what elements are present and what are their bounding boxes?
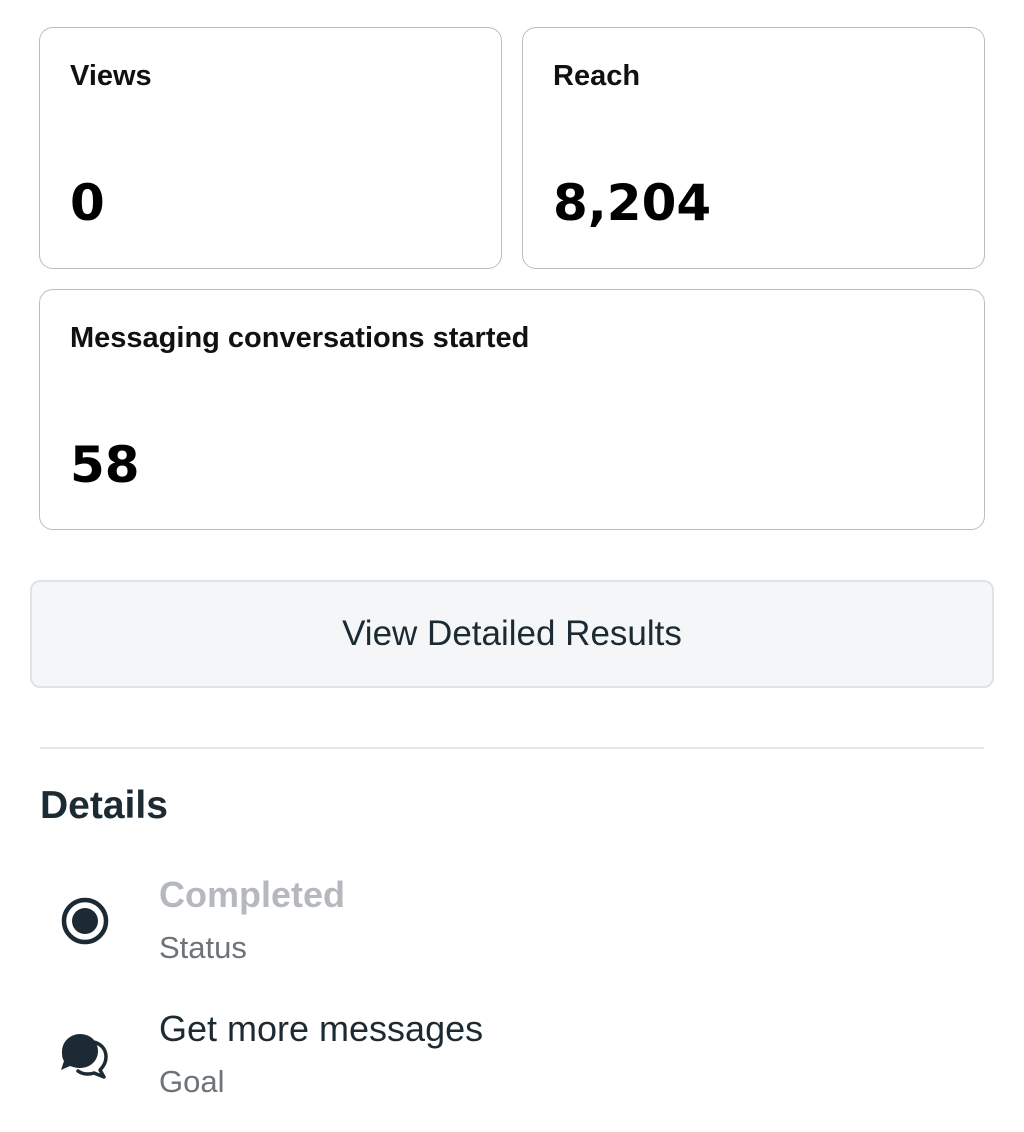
views-metric-card: Views 0 [39, 27, 502, 269]
view-detailed-results-button[interactable]: View Detailed Results [30, 580, 994, 688]
views-value: 0 [70, 174, 105, 232]
view-detailed-results-label: View Detailed Results [342, 614, 682, 653]
ad-results-page: Views 0 Reach 8,204 Messaging conversati… [0, 0, 1024, 1132]
reach-metric-card: Reach 8,204 [522, 27, 985, 269]
status-label: Status [159, 930, 247, 965]
goal-label: Goal [159, 1064, 225, 1099]
status-value: Completed [159, 874, 346, 915]
detail-row-status: Completed Status [40, 870, 984, 980]
detail-row-goal: Get more messages Goal [40, 1004, 984, 1114]
radio-selected-icon [58, 894, 112, 948]
chat-bubbles-icon [58, 1028, 112, 1082]
details-heading: Details [40, 784, 168, 827]
views-label: Views [70, 60, 152, 92]
reach-label: Reach [553, 60, 641, 92]
messaging-metric-card: Messaging conversations started 58 [39, 289, 985, 530]
reach-value: 8,204 [553, 174, 712, 232]
messaging-value: 58 [70, 436, 140, 494]
section-divider [40, 747, 984, 749]
messaging-label: Messaging conversations started [70, 322, 530, 354]
goal-value: Get more messages [159, 1008, 484, 1049]
